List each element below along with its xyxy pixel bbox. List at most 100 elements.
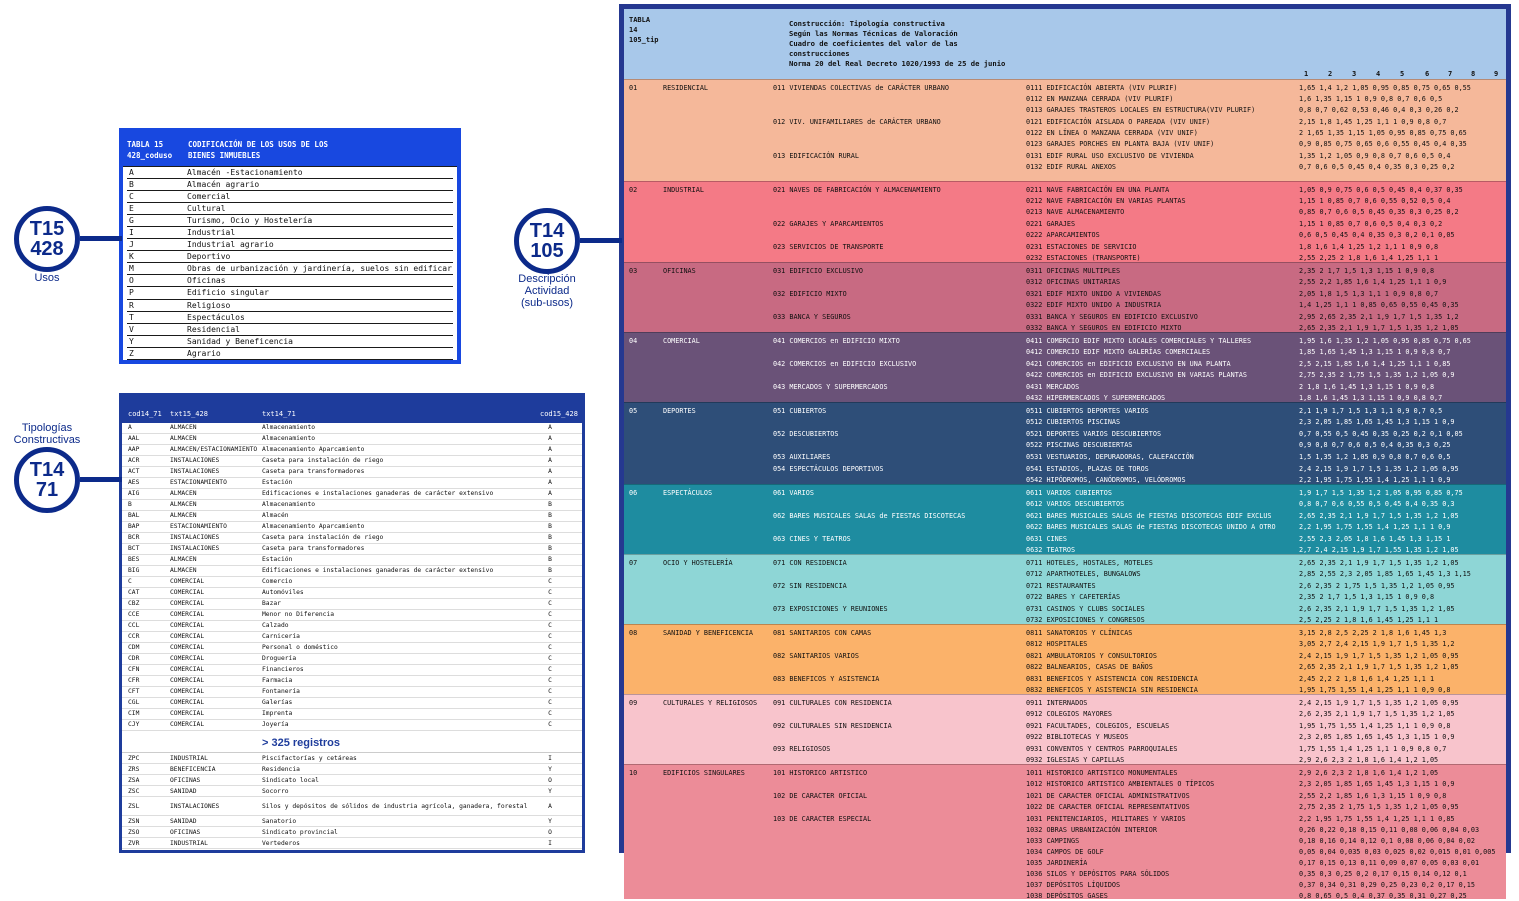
table-cell: Joyería [262,721,289,728]
table-cell: ALMACEN [170,501,197,508]
group-block: 01 RESIDENCIAL 011 VIVIENDAS COLECTIVAS de… [624,79,1506,181]
table-cell: Personal o doméstico [262,644,338,651]
table-cell: Caseta para transformadores [262,468,365,475]
subgroup-name: 041 COMERCIOS en EDIFICIO MIXTO [773,336,900,345]
connector-t14-71 [80,477,122,482]
table-cell: B [548,556,552,563]
badge-number: 428 [30,238,64,260]
item-coefficients: 2,2 1,95 1,75 1,55 1,4 1,25 1,1 1 0,9 [1299,522,1451,531]
table-14-71: cod14_71 txt15_428 txt14_71 cod15_428 AA… [119,393,585,853]
table-15-code: TABLA 15 428_coduso [127,140,173,160]
subgroup-name: 051 CUBIERTOS [773,406,827,415]
table-cell: ESTACIONAMIENTO [170,523,227,530]
group-block: 09 CULTURALES Y RELIGIOSOS 091 CULTURALES … [624,694,1506,764]
item-description: 0431 MERCADOS [1026,382,1080,391]
table-row: AES ESTACIONAMIENTO Estación A [122,478,582,489]
table-row: Z Agrario [127,348,453,360]
item-description: 0511 CUBIERTOS DEPORTES VARIOS [1026,406,1149,415]
row-code: B [129,180,134,190]
item-coefficients: 2,75 2,35 2 1,75 1,5 1,35 1,2 1,05 0,9 [1299,370,1455,379]
table-cell: Y [548,766,552,773]
group-name: CULTURALES Y RELIGIOSOS [663,699,758,708]
row-code: O [129,276,134,286]
item-description: 0422 COMERCIOS en EDIFICIO EXCLUSIVO EN … [1026,370,1247,379]
table-cell: ZSC [128,788,140,795]
table-cell: CDM [128,644,140,651]
badge-label-descripcion: Descripción Actividad (sub-usos) [518,273,576,309]
table-cell: A [548,479,552,486]
item-coefficients: 2,1 1,9 1,7 1,5 1,3 1,1 0,9 0,7 0,5 [1299,406,1443,415]
group-name: INDUSTRIAL [663,185,704,194]
table-cell: CGL [128,699,140,706]
table-cell: ALMACEN [170,490,197,497]
item-description: 0312 OFICINAS UNITARIAS [1026,277,1121,286]
table-cell: Carnicería [262,633,300,640]
item-coefficients: 1,5 1,35 1,2 1,05 0,9 0,8 0,7 0,6 0,5 [1299,452,1451,461]
item-description: 0821 AMBULATORIOS Y CONSULTORIOS [1026,652,1157,661]
badge-code: T15 [29,218,65,240]
table-row: BAL ALMACEN Almacén B [122,511,582,522]
item-coefficients: 1,15 1 0,85 0,7 0,6 0,5 0,4 0,3 0,2 [1299,219,1443,228]
col-header: txt14_71 [262,410,296,418]
more-records-label[interactable]: > 325 registros [262,737,340,749]
subgroup-name: 021 NAVES DE FABRICACIÓN Y ALMACENAMIENT… [773,185,941,194]
table-cell: ZVR [128,840,140,847]
table-cell: A [548,457,552,464]
item-coefficients: 1,95 1,6 1,35 1,2 1,05 0,95 0,85 0,75 0,… [1299,336,1471,345]
item-coefficients: 2,85 2,55 2,3 2,05 1,85 1,65 1,45 1,3 1,… [1299,569,1471,578]
table-row: M Obras de urbanización y jardinería, sue… [127,263,453,276]
item-description: 0211 NAVE FABRICACIÓN EN UNA PLANTA [1026,185,1170,194]
table-cell: ALMACEN [170,435,197,442]
table-cell: Almacenamiento [262,424,316,431]
row-description: Industrial [187,228,236,238]
table-cell: Calzado [262,622,289,629]
subgroup-name: 012 VIV. UNIFAMILIARES de CARÁCTER URBAN… [773,118,941,126]
item-coefficients: 3,05 2,7 2,4 2,15 1,9 1,7 1,5 1,35 1,2 [1299,639,1455,648]
table-cell: COMERCIAL [170,666,205,673]
item-description: 0541 ESTADIOS, PLAZAS DE TOROS [1026,465,1149,474]
table-cell: CFN [128,666,140,673]
item-coefficients: 2 1,8 1,6 1,45 1,3 1,15 1 0,9 0,8 [1299,382,1435,391]
item-description: 0121 EDIFICACIÓN AISLADA O PAREADA (VIV … [1026,118,1211,126]
table-cell: B [548,523,552,530]
subgroup-name: 042 COMERCIOS en EDIFICIO EXCLUSIVO [773,359,917,368]
table-cell: Estación [262,556,293,563]
item-description: 0711 HOTELES, HOSTALES, MOTELES [1026,559,1153,567]
subgroup-name: 032 EDIFICIO MIXTO [773,289,847,298]
table-cell: Sanatorio [262,818,297,825]
item-coefficients: 2,35 2 1,7 1,5 1,3 1,15 1 0,9 0,8 [1299,266,1435,275]
table-cell: ZRS [128,766,140,773]
row-description: Cultural [187,204,226,214]
table-14-105: TABLA 14 105_tip Construcción: Tipología… [619,4,1511,900]
item-description: 0311 OFICINAS MULTIPLES [1026,266,1121,275]
table-cell: ZSA [128,777,140,784]
table-row: ZPC INDUSTRIAL Piscifactorías y cetáreas I [122,753,582,764]
item-description: 1037 DEPÓSITOS LÍQUIDOS [1026,880,1121,889]
item-coefficients: 2,4 2,15 1,9 1,7 1,5 1,35 1,2 1,05 0,95 [1299,465,1459,474]
table-cell: C [548,721,552,728]
item-description: 0731 CASINOS Y CLUBS SOCIALES [1026,605,1145,614]
table-row: C Comercial [127,191,453,204]
group-name: OFICINAS [663,266,696,275]
item-coefficients: 2,3 2,05 1,85 1,65 1,45 1,3 1,15 1 0,9 [1299,779,1455,788]
table-14-71-body: A ALMACEN Almacenamiento A AAL ALMACEN Almacen… [122,423,582,731]
subgroup-name: 063 CINES Y TEATROS [773,535,851,544]
item-coefficients: 2,55 2,2 1,85 1,6 1,3 1,15 1 0,9 0,8 [1299,792,1447,801]
table-cell: C [548,578,552,585]
table-cell: A [128,424,132,431]
item-description: 0421 COMERCIOS en EDIFICIO EXCLUSIVO EN … [1026,359,1231,368]
table-row: I Industrial [127,227,453,240]
item-description: 0622 BARES MUSICALES SALAS de FIESTAS DI… [1026,522,1276,531]
item-coefficients: 2,75 2,35 2 1,75 1,5 1,35 1,2 1,05 0,95 [1299,803,1459,812]
table-cell: COMERCIAL [170,688,205,695]
table-cell: Edificaciones e instalaciones ganaderas … [262,567,494,574]
col-header: cod15_428 [540,410,578,418]
table-cell: C [548,666,552,673]
group-name: EDIFICIOS SINGULARES [663,769,745,778]
table-row: AAL ALMACEN Almacenamiento A [122,434,582,445]
row-code: M [129,264,134,274]
table-row: C COMERCIAL Comercio C [122,577,582,588]
subgroup-name: 033 BANCA Y SEGUROS [773,312,851,321]
group-name: RESIDENCIAL [663,84,709,92]
table-row: CFR COMERCIAL Farmacia C [122,676,582,687]
